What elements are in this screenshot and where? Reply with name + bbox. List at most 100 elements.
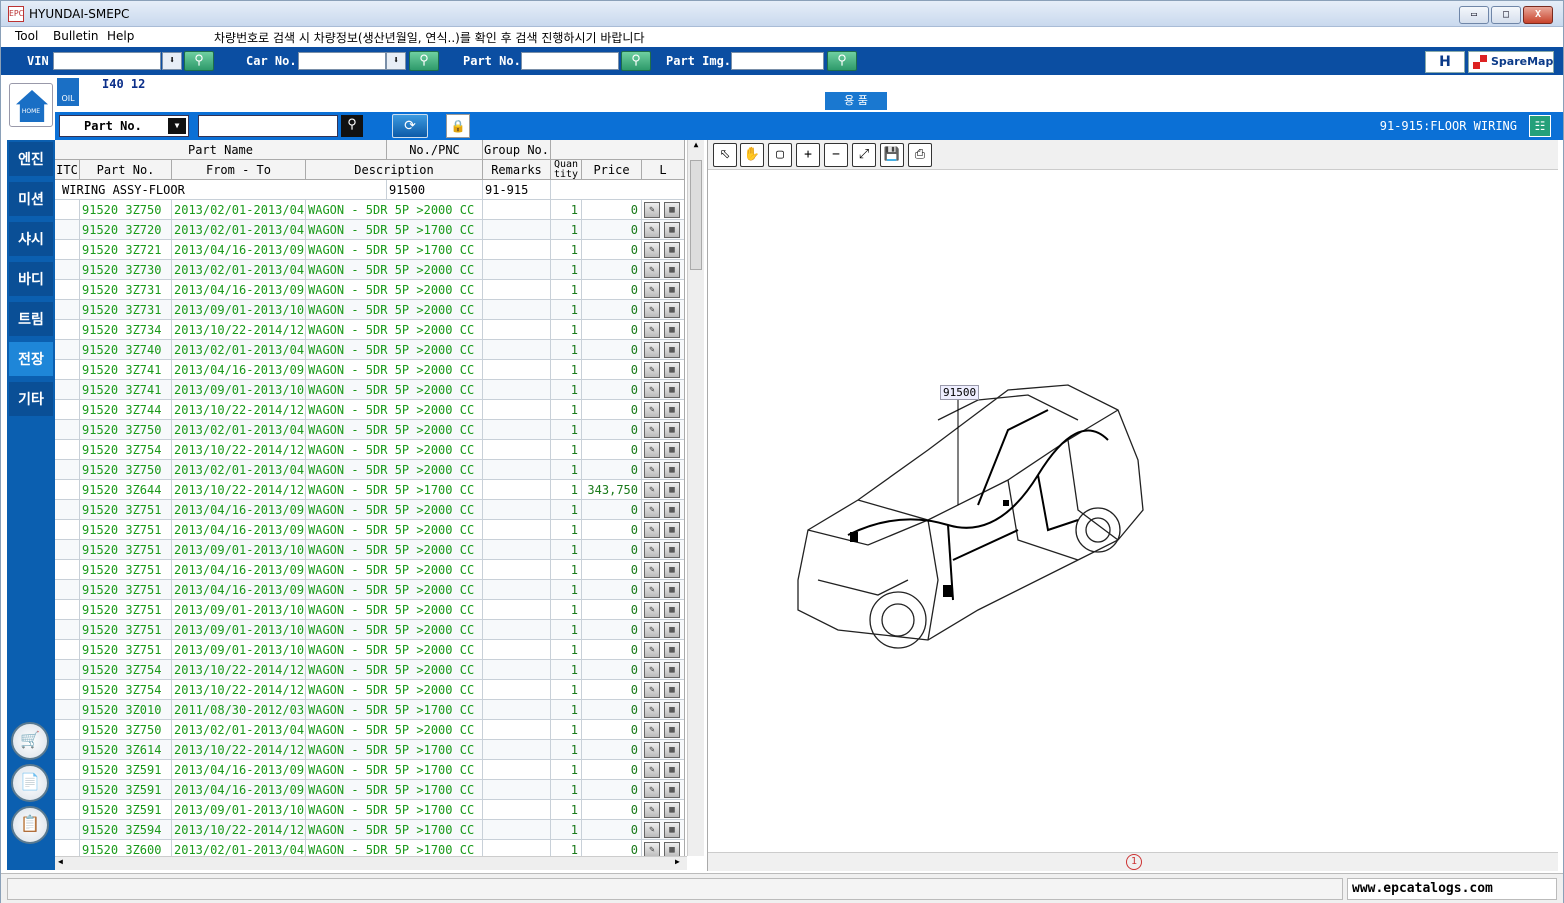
edit-icon[interactable]: ✎	[644, 842, 660, 856]
detail-icon[interactable]: ▦	[664, 242, 680, 258]
refresh-search-button[interactable]: ⟳	[392, 114, 428, 138]
car-no-search-button[interactable]: ⚲	[409, 51, 439, 71]
edit-icon[interactable]: ✎	[644, 702, 660, 718]
detail-icon[interactable]: ▦	[664, 442, 680, 458]
vin-dropdown-icon[interactable]: ⬇	[162, 52, 182, 70]
table-row[interactable]: 91520 3Z5942013/10/22-2014/12/31WAGON - …	[55, 820, 684, 840]
nav-tab-1[interactable]: 미션	[9, 182, 53, 218]
pointer-icon[interactable]: ⬁	[713, 143, 737, 167]
table-row[interactable]: 91520 3Z7202013/02/01-2013/04/16WAGON - …	[55, 220, 684, 240]
nav-tab-0[interactable]: 엔진	[9, 142, 53, 178]
detail-icon[interactable]: ▦	[664, 282, 680, 298]
edit-icon[interactable]: ✎	[644, 302, 660, 318]
detail-icon[interactable]: ▦	[664, 702, 680, 718]
scroll-right-icon[interactable]: ▶	[675, 857, 680, 866]
table-row[interactable]: 91520 3Z5912013/04/16-2013/09/01WAGON - …	[55, 760, 684, 780]
detail-icon[interactable]: ▦	[664, 482, 680, 498]
nav-tab-6[interactable]: 기타	[9, 382, 53, 418]
edit-icon[interactable]: ✎	[644, 722, 660, 738]
detail-icon[interactable]: ▦	[664, 562, 680, 578]
edit-icon[interactable]: ✎	[644, 282, 660, 298]
table-vertical-scrollbar[interactable]: ▲	[687, 140, 704, 856]
edit-icon[interactable]: ✎	[644, 382, 660, 398]
edit-icon[interactable]: ✎	[644, 422, 660, 438]
zoom-in-icon[interactable]: +	[796, 143, 820, 167]
table-row[interactable]: 91520 3Z5912013/09/01-2013/10/22WAGON - …	[55, 800, 684, 820]
detail-icon[interactable]: ▦	[664, 822, 680, 838]
code-icon[interactable]: 📄	[11, 764, 49, 802]
page-number-badge[interactable]: 1	[1126, 854, 1142, 870]
table-row[interactable]: 91520 3Z5912013/04/16-2013/09/01WAGON - …	[55, 780, 684, 800]
detail-icon[interactable]: ▦	[664, 402, 680, 418]
edit-icon[interactable]: ✎	[644, 782, 660, 798]
detail-icon[interactable]: ▦	[664, 422, 680, 438]
car-wiring-diagram[interactable]	[778, 380, 1158, 660]
pnc-callout-label[interactable]: 91500	[940, 385, 980, 400]
table-row[interactable]: 91520 3Z7412013/09/01-2013/10/22WAGON - …	[55, 380, 684, 400]
table-row[interactable]: 91520 3Z7412013/04/16-2013/09/01WAGON - …	[55, 360, 684, 380]
maximize-button[interactable]: □	[1491, 6, 1521, 24]
table-row[interactable]: 91520 3Z7442013/10/22-2014/12/26WAGON - …	[55, 400, 684, 420]
detail-icon[interactable]: ▦	[664, 362, 680, 378]
edit-icon[interactable]: ✎	[644, 342, 660, 358]
accessories-button[interactable]: 용 품	[825, 92, 887, 110]
car-no-input[interactable]	[298, 52, 386, 70]
table-row[interactable]: 91520 3Z7502013/02/01-2013/04/16WAGON - …	[55, 720, 684, 740]
nav-tab-5[interactable]: 전장	[9, 342, 53, 378]
part-search-input[interactable]	[198, 115, 338, 137]
table-row[interactable]: 91520 3Z7512013/09/01-2013/10/22WAGON - …	[55, 620, 684, 640]
table-row[interactable]: 91520 3Z7312013/09/01-2013/10/22WAGON - …	[55, 300, 684, 320]
part-type-select[interactable]: Part No. ▼	[59, 115, 189, 137]
edit-icon[interactable]: ✎	[644, 582, 660, 598]
edit-icon[interactable]: ✎	[644, 802, 660, 818]
nav-tab-2[interactable]: 샤시	[9, 222, 53, 258]
notes-icon[interactable]: 📋	[11, 806, 49, 844]
table-row[interactable]: 91520 3Z7542013/10/22-2014/12/26WAGON - …	[55, 660, 684, 680]
table-row[interactable]: 91520 3Z7512013/09/01-2013/10/22WAGON - …	[55, 540, 684, 560]
edit-icon[interactable]: ✎	[644, 362, 660, 378]
menu-bulletin[interactable]: Bulletin	[53, 29, 99, 43]
scroll-up-icon[interactable]: ▲	[688, 140, 704, 149]
group-view-icon[interactable]: ☷	[1529, 115, 1551, 137]
scroll-thumb[interactable]	[690, 160, 702, 270]
detail-icon[interactable]: ▦	[664, 382, 680, 398]
edit-icon[interactable]: ✎	[644, 262, 660, 278]
detail-icon[interactable]: ▦	[664, 602, 680, 618]
zoom-out-icon[interactable]: −	[824, 143, 848, 167]
table-row[interactable]: 91520 3Z7542013/10/22-2014/12/26WAGON - …	[55, 680, 684, 700]
table-row[interactable]: 91520 3Z0102011/08/30-2012/03/12WAGON - …	[55, 700, 684, 720]
detail-icon[interactable]: ▦	[664, 622, 680, 638]
table-row[interactable]: 91520 3Z7402013/02/01-2013/04/16WAGON - …	[55, 340, 684, 360]
zoom-area-icon[interactable]: ▢	[768, 143, 792, 167]
edit-icon[interactable]: ✎	[644, 522, 660, 538]
save-icon[interactable]: 💾	[880, 143, 904, 167]
menu-tool[interactable]: Tool	[15, 29, 38, 43]
edit-icon[interactable]: ✎	[644, 242, 660, 258]
edit-icon[interactable]: ✎	[644, 202, 660, 218]
table-row[interactable]: 91520 3Z7512013/04/16-2013/09/01WAGON - …	[55, 560, 684, 580]
detail-icon[interactable]: ▦	[664, 322, 680, 338]
part-img-input[interactable]	[731, 52, 824, 70]
edit-icon[interactable]: ✎	[644, 742, 660, 758]
oil-button[interactable]: OIL	[57, 78, 79, 106]
group-row[interactable]: WIRING ASSY-FLOOR 91500 91-915	[55, 180, 684, 200]
table-row[interactable]: 91520 3Z7302013/02/01-2013/04/16WAGON - …	[55, 260, 684, 280]
vin-search-button[interactable]: ⚲	[184, 51, 214, 71]
detail-icon[interactable]: ▦	[664, 342, 680, 358]
table-row[interactable]: 91520 3Z6442013/10/22-2014/12/31WAGON - …	[55, 480, 684, 500]
detail-icon[interactable]: ▦	[664, 202, 680, 218]
edit-icon[interactable]: ✎	[644, 402, 660, 418]
table-row[interactable]: 91520 3Z7512013/04/16-2013/09/01WAGON - …	[55, 500, 684, 520]
table-row[interactable]: 91520 3Z7342013/10/22-2014/12/26WAGON - …	[55, 320, 684, 340]
detail-icon[interactable]: ▦	[664, 522, 680, 538]
edit-icon[interactable]: ✎	[644, 322, 660, 338]
table-row[interactable]: 91520 3Z7502013/02/01-2013/04/16WAGON - …	[55, 200, 684, 220]
pan-hand-icon[interactable]: ✋	[740, 143, 764, 167]
detail-icon[interactable]: ▦	[664, 842, 680, 856]
detail-icon[interactable]: ▦	[664, 642, 680, 658]
edit-icon[interactable]: ✎	[644, 502, 660, 518]
detail-icon[interactable]: ▦	[664, 762, 680, 778]
detail-icon[interactable]: ▦	[664, 302, 680, 318]
edit-icon[interactable]: ✎	[644, 662, 660, 678]
detail-icon[interactable]: ▦	[664, 222, 680, 238]
